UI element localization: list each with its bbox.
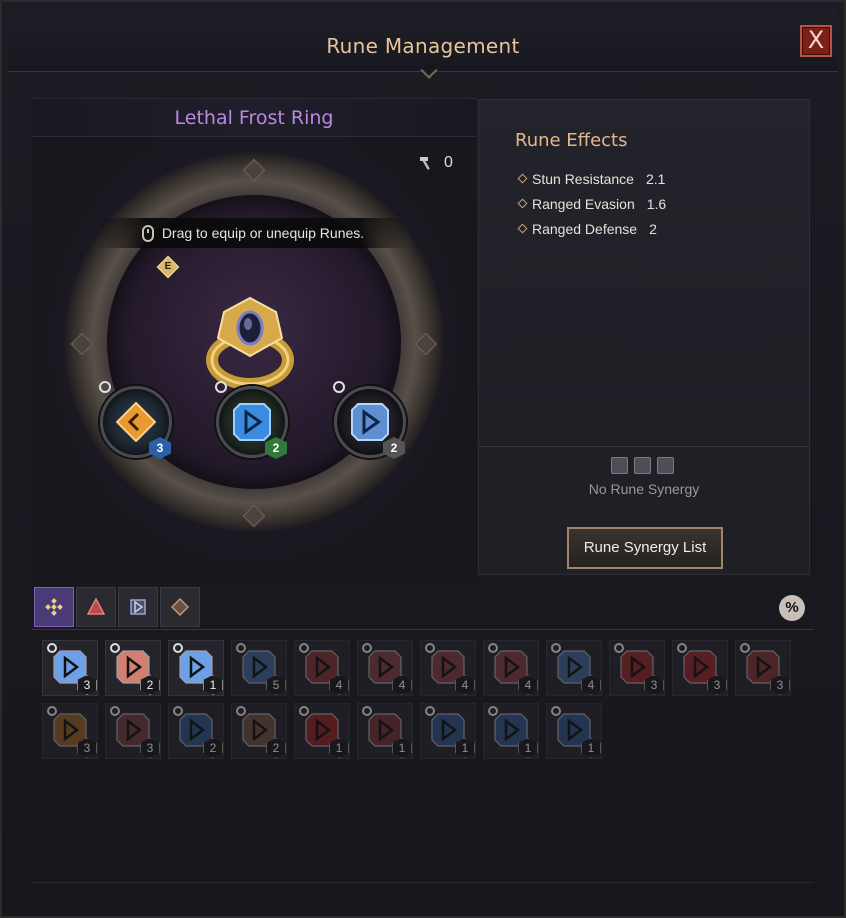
- effect-value: 2: [649, 220, 657, 237]
- rune-synergy-list-button[interactable]: Rune Synergy List: [567, 527, 723, 569]
- orange-rune-icon: [116, 402, 156, 442]
- window-title: Rune Management: [326, 34, 520, 58]
- inventory-rune-cell[interactable]: 1: [483, 703, 539, 759]
- percent-toggle-button[interactable]: %: [779, 595, 805, 621]
- ring-item-icon: [206, 296, 294, 390]
- blue-rune-type-icon: [657, 457, 674, 474]
- inventory-rune-cell[interactable]: 3: [672, 640, 728, 696]
- tab-brown-runes[interactable]: [160, 587, 200, 627]
- effect-value: 2.1: [645, 170, 666, 187]
- rune-management-window: Rune Management X Lethal Frost Ring 0 Dr…: [0, 0, 846, 918]
- effect-label: Ranged Evasion: [532, 195, 635, 212]
- ring-slot-tag-icon: [215, 381, 227, 393]
- no-synergy-text: No Rune Synergy: [588, 481, 700, 497]
- all-runes-icon: [45, 598, 63, 616]
- equipped-marker-letter: E: [164, 261, 172, 272]
- inventory-rune-cell[interactable]: 3: [609, 640, 665, 696]
- tab-blue-runes[interactable]: [118, 587, 158, 627]
- ring-slot-tag-icon: [99, 381, 111, 393]
- rune-slot-3[interactable]: 2: [333, 381, 406, 459]
- inventory-rune-cell[interactable]: 3: [735, 640, 791, 696]
- rune-effects-title: Rune Effects: [515, 130, 628, 151]
- title-notch-ornament: [420, 61, 438, 79]
- effect-row: Ranged Defense 2: [517, 216, 666, 241]
- close-button[interactable]: X: [800, 25, 832, 57]
- diamond-bullet-icon: [517, 173, 528, 184]
- effect-label: Ranged Defense: [532, 220, 638, 237]
- inventory-rune-cell[interactable]: 3: [42, 640, 98, 696]
- effect-row: Ranged Evasion 1.6: [517, 191, 667, 216]
- red-rune-type-icon: [611, 457, 628, 474]
- blue-rune-icon: [233, 403, 271, 441]
- blue-rune-type-icon: [130, 599, 146, 615]
- diamond-bullet-icon: [517, 198, 528, 209]
- rune-slot-2[interactable]: 2: [215, 381, 288, 459]
- effect-value: 1.6: [646, 195, 667, 212]
- brown-rune-type-icon: [634, 457, 651, 474]
- rune-filter-tabs: [34, 587, 200, 627]
- tab-all[interactable]: [34, 587, 74, 627]
- inventory-rune-cell[interactable]: 2: [105, 640, 161, 696]
- hammer-value: 0: [444, 154, 453, 171]
- synergy-icons: [611, 457, 674, 474]
- inventory-rune-cell[interactable]: 2: [231, 703, 287, 759]
- rune-effects-panel: Rune Effects Stun Resistance 2.1 Ranged …: [478, 99, 810, 575]
- brown-rune-type-icon: [171, 598, 189, 616]
- title-bar: Rune Management: [8, 8, 838, 79]
- rune-synergy-area: No Rune Synergy Rune Synergy List: [479, 446, 809, 574]
- rune-inventory-grid: 321544444333 332211111: [42, 640, 802, 766]
- blue-rune-icon: [351, 403, 389, 441]
- inventory-rune-cell[interactable]: 4: [546, 640, 602, 696]
- inventory-rune-cell[interactable]: 1: [294, 703, 350, 759]
- inventory-rune-cell[interactable]: 3: [105, 703, 161, 759]
- rune-effects-list: Stun Resistance 2.1 Ranged Evasion 1.6 R…: [517, 166, 667, 241]
- red-rune-type-icon: [87, 598, 105, 615]
- inventory-rune-cell[interactable]: 4: [294, 640, 350, 696]
- effect-row: Stun Resistance 2.1: [517, 166, 666, 191]
- inventory-rune-cell[interactable]: 1: [420, 703, 476, 759]
- ring-slot-tag-icon: [333, 381, 345, 393]
- inventory-rune-cell[interactable]: 1: [168, 640, 224, 696]
- inventory-rune-cell[interactable]: 4: [483, 640, 539, 696]
- effect-label: Stun Resistance: [532, 170, 634, 187]
- inventory-rune-cell[interactable]: 2: [168, 703, 224, 759]
- item-name-bar: Lethal Frost Ring: [32, 99, 476, 137]
- inventory-rune-cell[interactable]: 3: [42, 703, 98, 759]
- diamond-bullet-icon: [517, 223, 528, 234]
- inventory-rune-cell[interactable]: 1: [546, 703, 602, 759]
- item-name: Lethal Frost Ring: [174, 107, 334, 129]
- tab-divider: [32, 629, 814, 630]
- drag-hint-text: Drag to equip or unequip Runes.: [161, 225, 365, 241]
- rune-slot-1[interactable]: 3: [99, 381, 172, 459]
- tab-red-runes[interactable]: [76, 587, 116, 627]
- inventory-rune-cell[interactable]: 4: [357, 640, 413, 696]
- inventory-rune-cell[interactable]: 5: [231, 640, 287, 696]
- panel-bottom-divider: [32, 882, 814, 883]
- inventory-rune-cell[interactable]: 1: [357, 703, 413, 759]
- inventory-row: 332211111: [42, 703, 802, 759]
- hammer-icon: [420, 157, 430, 170]
- mouse-icon: [141, 224, 154, 242]
- inventory-rune-cell[interactable]: 4: [420, 640, 476, 696]
- drag-hint-bar: Drag to equip or unequip Runes.: [98, 218, 408, 248]
- inventory-row: 321544444333: [42, 640, 802, 696]
